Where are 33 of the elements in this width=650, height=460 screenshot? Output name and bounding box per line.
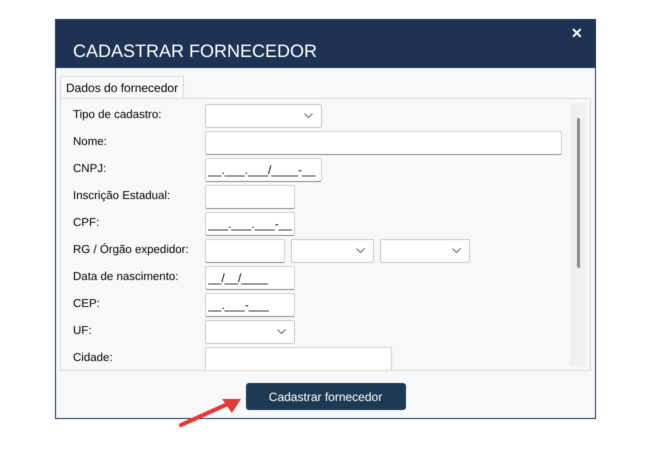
chevron-down-icon bbox=[277, 329, 286, 335]
submit-button[interactable]: Cadastrar fornecedor bbox=[246, 383, 406, 410]
field-label: CPF: bbox=[73, 216, 100, 232]
chevron-down-icon bbox=[304, 113, 313, 119]
chevron-down-icon bbox=[452, 248, 461, 254]
dropdown[interactable] bbox=[291, 239, 374, 263]
scrollbar[interactable] bbox=[570, 103, 586, 366]
input-field[interactable]: __/__/____ bbox=[205, 266, 295, 290]
pointer-arrow bbox=[178, 397, 242, 429]
input-field[interactable]: ___.___.___-__ bbox=[205, 212, 295, 236]
dropdown[interactable] bbox=[205, 104, 322, 128]
tab[interactable]: Dados do fornecedor bbox=[60, 76, 184, 98]
dropdown[interactable] bbox=[205, 320, 295, 344]
field-label: Data de nascimento: bbox=[73, 270, 180, 286]
close-button[interactable]: ✕ bbox=[571, 23, 583, 44]
field-label: Cidade: bbox=[73, 351, 114, 366]
field-label: CEP: bbox=[73, 297, 101, 312]
field-label: Nome: bbox=[73, 135, 108, 150]
field-label: RG / Órgão expedidor: bbox=[73, 242, 190, 258]
dropdown[interactable] bbox=[380, 239, 470, 263]
field-label: Inscrição Estadual: bbox=[73, 189, 172, 204]
window-title: CADASTRAR FORNECEDOR bbox=[73, 40, 318, 63]
input-field[interactable] bbox=[205, 239, 285, 263]
scrollbar-thumb[interactable] bbox=[577, 118, 580, 268]
input-field[interactable] bbox=[205, 347, 392, 370]
chevron-down-icon bbox=[356, 248, 365, 254]
field-label: CNPJ: bbox=[73, 162, 108, 178]
input-field[interactable] bbox=[205, 131, 562, 155]
input-field[interactable]: __.___-___ bbox=[205, 293, 295, 317]
input-field[interactable] bbox=[205, 185, 295, 209]
field-label: UF: bbox=[73, 324, 93, 340]
field-label: Tipo de cadastro: bbox=[73, 108, 162, 124]
input-field[interactable]: __.___.___/____-__ bbox=[205, 158, 322, 182]
